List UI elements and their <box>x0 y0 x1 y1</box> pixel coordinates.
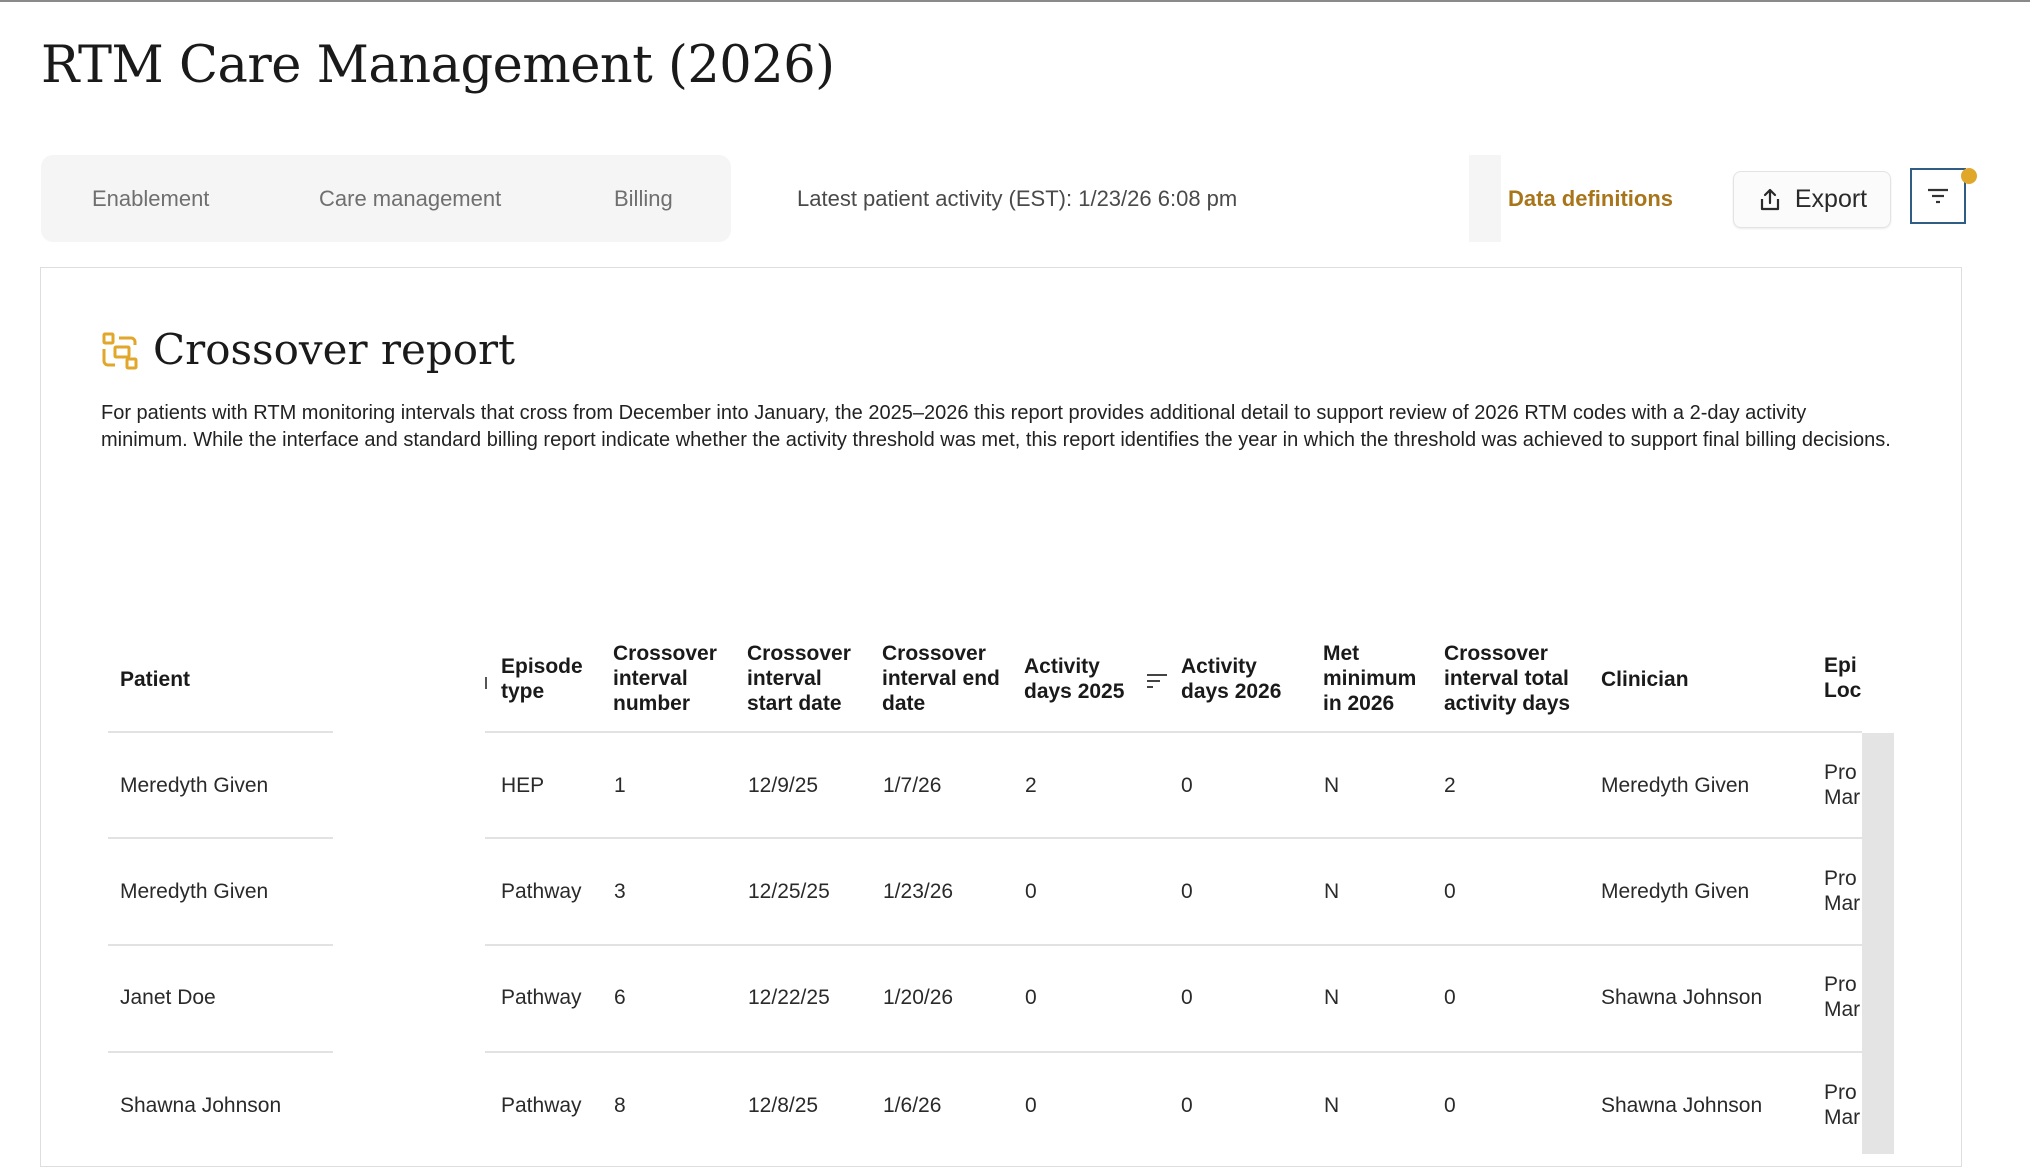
cell-clinician: Meredyth Given <box>1601 774 1750 797</box>
filter-button[interactable] <box>1910 168 1966 224</box>
cell-interval-number: 3 <box>614 880 626 903</box>
cell-episode-type: Pathway <box>501 986 582 1009</box>
cell-days-2025: 0 <box>1025 880 1037 903</box>
cell-met-minimum: N <box>1324 986 1340 1009</box>
cell-end-date: 1/23/26 <box>883 880 954 903</box>
row-divider <box>485 837 1862 839</box>
report-icon <box>102 332 138 370</box>
col-header-episode-location[interactable]: Epi Loc <box>1824 653 1861 703</box>
cell-patient[interactable]: Meredyth Given <box>120 879 268 904</box>
export-button[interactable]: Export <box>1733 171 1891 228</box>
col-header-met-minimum-2026[interactable]: Met minimum in 2026 <box>1323 641 1416 716</box>
cell-days-2025: 0 <box>1025 986 1037 1009</box>
latest-activity-text: Latest patient activity (EST): 1/23/26 6… <box>797 186 1238 211</box>
row-divider <box>485 1051 1862 1053</box>
tab-billing[interactable]: Billing <box>614 155 673 242</box>
table-scrollbar[interactable] <box>1862 733 1894 1154</box>
cell-location: Pro Mar <box>1824 973 1861 1021</box>
col-header-total-activity-days[interactable]: Crossover interval total activity days <box>1444 641 1570 716</box>
row-divider <box>108 944 333 946</box>
export-label: Export <box>1794 185 1868 213</box>
filter-active-badge <box>1961 168 1977 184</box>
sort-icon[interactable] <box>1146 672 1168 692</box>
row-divider <box>108 731 333 733</box>
cell-end-date: 1/20/26 <box>883 986 954 1009</box>
cell-patient[interactable]: Shawna Johnson <box>120 1093 281 1118</box>
cell-start-date: 12/22/25 <box>748 986 830 1009</box>
cell-days-2025: 0 <box>1025 1094 1037 1117</box>
cell-interval-number: 1 <box>614 774 626 797</box>
tab-care-management[interactable]: Care management <box>319 155 501 242</box>
cell-start-date: 12/25/25 <box>748 880 830 903</box>
col-header-activity-days-2026[interactable]: Activity days 2026 <box>1181 654 1281 704</box>
filter-icon <box>1928 188 1948 204</box>
cell-start-date: 12/8/25 <box>748 1094 819 1117</box>
cell-location: Pro Mar <box>1824 867 1861 915</box>
cell-met-minimum: N <box>1324 880 1340 903</box>
cell-patient[interactable]: Meredyth Given <box>120 773 268 798</box>
col-header-start-date[interactable]: Crossover interval start date <box>747 641 851 716</box>
cell-start-date: 12/9/25 <box>748 774 819 797</box>
cell-location: Pro Mar <box>1824 761 1861 809</box>
cell-episode-type: Pathway <box>501 1094 582 1117</box>
tab-bar: Enablement Care management Billing <box>41 155 731 242</box>
cell-total-days: 0 <box>1444 880 1456 903</box>
table-overflow-column: Epi Loc Pro Mar Pro Mar Pro Mar Pro Mar <box>1824 640 1862 1154</box>
cell-clinician: Meredyth Given <box>1601 880 1750 903</box>
cell-met-minimum: N <box>1324 1094 1340 1117</box>
column-resize-handle[interactable] <box>485 677 487 689</box>
cell-end-date: 1/6/26 <box>883 1094 942 1117</box>
col-header-clinician[interactable]: Clinician <box>1601 667 1689 692</box>
cell-days-2026: 0 <box>1181 986 1193 1009</box>
cell-days-2026: 0 <box>1181 774 1193 797</box>
cell-total-days: 0 <box>1444 1094 1456 1117</box>
page-title: RTM Care Management (2026) <box>41 36 835 95</box>
report-description: For patients with RTM monitoring interva… <box>101 402 1891 451</box>
row-divider <box>485 731 1862 733</box>
col-header-end-date[interactable]: Crossover interval end date <box>882 641 1000 716</box>
cell-total-days: 2 <box>1444 774 1456 797</box>
cell-patient[interactable]: Janet Doe <box>120 985 216 1010</box>
row-divider <box>485 944 1862 946</box>
cell-interval-number: 6 <box>614 986 626 1009</box>
cell-total-days: 0 <box>1444 986 1456 1009</box>
tab-enablement[interactable]: Enablement <box>92 155 209 242</box>
cell-clinician: Shawna Johnson <box>1601 1094 1763 1117</box>
window-top-border <box>0 0 2030 2</box>
col-header-activity-days-2025[interactable]: Activity days 2025 <box>1024 654 1124 704</box>
toolbar-divider <box>1469 155 1501 242</box>
cell-episode-type: HEP <box>501 774 545 797</box>
report-title: Crossover report <box>153 325 515 374</box>
col-header-patient[interactable]: Patient <box>120 667 190 692</box>
export-icon <box>1760 188 1779 210</box>
row-divider <box>108 837 333 839</box>
cell-location: Pro Mar <box>1824 1081 1861 1129</box>
row-divider <box>108 1051 333 1053</box>
cell-interval-number: 8 <box>614 1094 626 1117</box>
cell-end-date: 1/7/26 <box>883 774 942 797</box>
col-header-interval-number[interactable]: Crossover interval number <box>613 641 717 716</box>
cell-clinician: Shawna Johnson <box>1601 986 1763 1009</box>
cell-days-2026: 0 <box>1181 880 1193 903</box>
cell-episode-type: Pathway <box>501 880 582 903</box>
cell-days-2025: 2 <box>1025 774 1037 797</box>
col-header-episode-type[interactable]: Episode type <box>501 654 583 704</box>
cell-days-2026: 0 <box>1181 1094 1193 1117</box>
cell-met-minimum: N <box>1324 774 1340 797</box>
data-definitions-link[interactable]: Data definitions <box>1508 155 1673 242</box>
